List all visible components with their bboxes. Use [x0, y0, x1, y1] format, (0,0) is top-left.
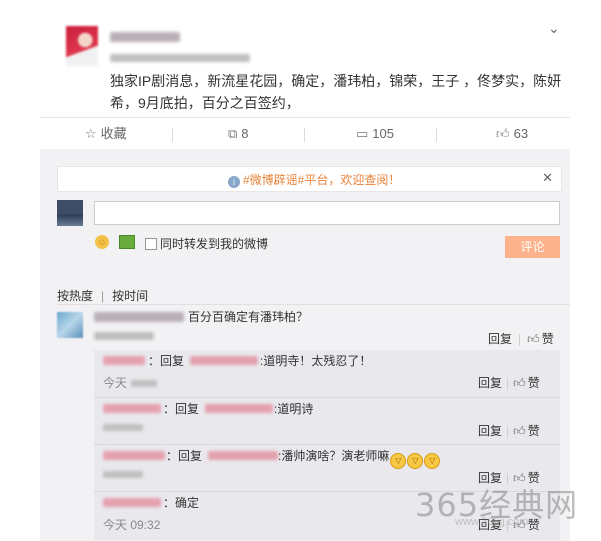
- reply-button[interactable]: 回复: [488, 332, 512, 346]
- notice-link[interactable]: #微博辟谣#平台，欢迎查阅！: [243, 173, 400, 187]
- commenter-name-redacted[interactable]: [94, 312, 184, 322]
- reply-time: 今天 09:32: [103, 518, 161, 532]
- laughing-emoji-icon: ▽: [390, 453, 407, 469]
- comment-button[interactable]: ▭ 105: [356, 118, 394, 150]
- forward-button[interactable]: ⧉ 8: [228, 118, 249, 150]
- replier-name-redacted[interactable]: [103, 451, 165, 460]
- image-icon[interactable]: [119, 235, 135, 249]
- watermark-url: www.365jj.com: [455, 516, 529, 528]
- reply-text: :潘帅演啥？演老师嘛 ▽ ▽ ▽: [278, 447, 441, 469]
- commenter-avatar[interactable]: [57, 312, 83, 338]
- info-icon: i: [228, 176, 240, 188]
- reply-text: 确定: [175, 496, 200, 510]
- thumb-up-icon: 👍︎: [513, 376, 526, 390]
- like-comment-button[interactable]: 👍︎ 赞: [527, 332, 554, 346]
- thumb-up-icon: 👍︎: [496, 126, 510, 141]
- weibo-post: ⌄ 独家IP剧消息，新流星花园，确定，潘玮柏，锦荣，王子 ，佟梦实，陈妍希，9月…: [0, 0, 601, 117]
- reply-item: ：回复 :道明寺！太残忍了！ 今天 回复 | 👍︎ 赞: [103, 354, 540, 391]
- forward-icon: ⧉: [228, 126, 238, 141]
- divider: [57, 304, 570, 305]
- comment-time-redacted: [94, 332, 154, 340]
- divider: [304, 128, 305, 142]
- author-name-redacted[interactable]: [110, 32, 180, 42]
- tab-time[interactable]: 按时间: [112, 289, 148, 303]
- like-comment-button[interactable]: 👍︎ 赞: [513, 376, 540, 390]
- laughing-emoji-icon: ▽: [407, 453, 424, 469]
- thumb-up-icon: 👍︎: [513, 424, 526, 438]
- emoji-icon[interactable]: ☺: [95, 235, 109, 249]
- replier-name-redacted[interactable]: [103, 404, 161, 413]
- repost-checkbox[interactable]: [145, 238, 157, 250]
- tab-divider: |: [101, 289, 105, 303]
- star-outline-icon: ☆: [85, 126, 97, 141]
- reply-actions: 回复 | 👍︎ 赞: [478, 376, 540, 390]
- submit-comment-button[interactable]: 评论: [505, 236, 560, 258]
- divider: [436, 128, 437, 142]
- divider: [172, 128, 173, 142]
- comment-icon: ▭: [356, 126, 369, 141]
- post-meta-redacted: [110, 54, 250, 62]
- like-comment-button[interactable]: 👍︎ 赞: [513, 424, 540, 438]
- post-content: 独家IP剧消息，新流星花园，确定，潘玮柏，锦荣，王子 ，佟梦实，陈妍希，9月底拍…: [110, 73, 562, 111]
- chevron-down-icon[interactable]: ⌄: [548, 20, 560, 37]
- tab-hot[interactable]: 按热度: [57, 289, 93, 303]
- collect-button[interactable]: ☆ 收藏: [85, 118, 127, 150]
- close-icon[interactable]: ✕: [542, 170, 553, 186]
- author-avatar[interactable]: [66, 26, 98, 66]
- replier-name-redacted[interactable]: [103, 356, 145, 365]
- replier-name-redacted[interactable]: [103, 498, 161, 507]
- comment-actions: 回复 | 👍︎ 赞: [488, 330, 554, 347]
- reply-item: ：回复 :道明诗 回复 | 👍︎ 赞: [94, 398, 560, 444]
- laughing-emoji-icon: ▽: [424, 453, 441, 469]
- mention-redacted[interactable]: [205, 404, 273, 413]
- current-user-avatar[interactable]: [57, 200, 83, 226]
- thumb-up-icon: 👍︎: [527, 332, 540, 346]
- comment-text: 百分百确定有潘玮柏？: [188, 310, 309, 324]
- like-button[interactable]: 👍︎ 63: [496, 118, 528, 150]
- sort-tabs: 按热度 | 按时间: [57, 287, 148, 304]
- reply-time-redacted: [103, 471, 143, 478]
- reply-text: :道明诗: [274, 402, 314, 416]
- post-action-bar: ☆ 收藏 ⧉ 8 ▭ 105 👍︎ 63: [40, 117, 570, 150]
- reply-actions: 回复 | 👍︎ 赞: [478, 424, 540, 438]
- repost-label: 同时转发到我的微博: [160, 237, 269, 251]
- action-divider: |: [518, 332, 522, 346]
- mention-redacted[interactable]: [208, 451, 278, 460]
- reply-time-redacted: [103, 424, 143, 431]
- rumor-notice-banner: i #微博辟谣#平台，欢迎查阅！ ✕: [57, 166, 562, 192]
- reply-text: :道明寺！太残忍了！: [260, 354, 372, 368]
- mention-redacted[interactable]: [190, 356, 258, 365]
- reply-button[interactable]: 回复: [478, 424, 502, 438]
- reply-button[interactable]: 回复: [478, 376, 502, 390]
- comment-input[interactable]: [94, 201, 560, 225]
- reply-time: 今天: [103, 374, 158, 391]
